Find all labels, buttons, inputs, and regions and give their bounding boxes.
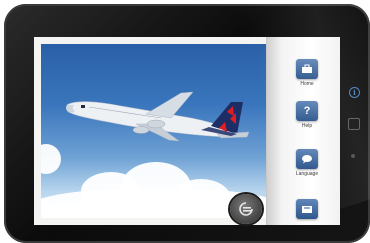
language-button[interactable]	[296, 149, 318, 169]
sidebar-menu: Home ? Help Language	[266, 37, 340, 225]
speech-bubble-icon	[302, 155, 312, 164]
archive-button[interactable]	[296, 199, 318, 219]
help-icon: ?	[303, 104, 311, 117]
tablet-screen: Home ? Help Language	[34, 37, 340, 225]
airplane-image	[66, 91, 250, 142]
back-button[interactable]	[230, 194, 262, 224]
home-button[interactable]	[296, 59, 318, 79]
sidebar-item-label: Language	[295, 171, 319, 177]
sidebar-item-archive[interactable]	[287, 199, 327, 221]
sidebar-item-label: Home	[300, 81, 314, 87]
archive-icon	[302, 206, 312, 213]
tablet-frame: Home ? Help Language i	[4, 4, 370, 243]
sidebar-item-language[interactable]: Language	[287, 149, 327, 177]
side-hardware-key[interactable]	[348, 118, 360, 130]
hero-photo	[41, 44, 269, 218]
info-icon[interactable]: i	[349, 87, 360, 98]
sidebar-item-help[interactable]: ? Help	[287, 101, 327, 129]
sidebar-item-label: Help	[301, 123, 313, 129]
sidebar-item-home[interactable]: Home	[287, 59, 327, 87]
home-icon	[302, 64, 312, 73]
side-indicator-dot	[351, 154, 355, 158]
help-button[interactable]: ?	[296, 101, 318, 121]
circular-back-icon	[239, 202, 253, 216]
